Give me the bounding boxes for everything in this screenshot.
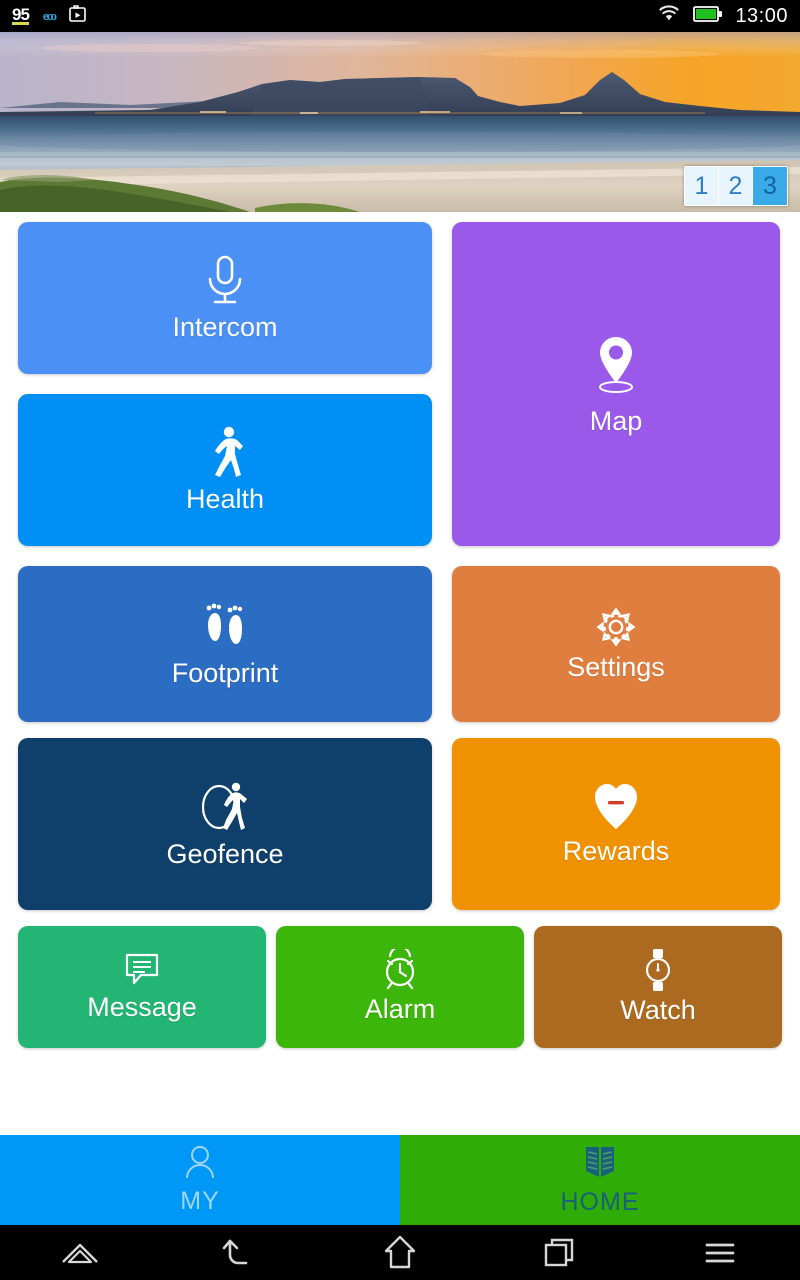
page-indicator-1[interactable]: 1 <box>685 167 719 205</box>
banner-pagination[interactable]: 1 2 3 <box>684 166 788 206</box>
status-bar-left-icons: 95 eco <box>12 4 86 28</box>
map-pin-icon <box>586 331 646 403</box>
running-person-icon <box>202 425 248 481</box>
tile-footprint[interactable]: Footprint <box>18 566 432 722</box>
status-bar-clock: 13:00 <box>735 4 788 27</box>
tile-row-1: Intercom Health Map <box>18 222 782 546</box>
tile-label-geofence: Geofence <box>166 839 284 870</box>
microphone-icon <box>200 253 250 309</box>
tile-intercom[interactable]: Intercom <box>18 222 432 374</box>
page-indicator-2[interactable]: 2 <box>719 167 753 205</box>
tile-health[interactable]: Health <box>18 394 432 546</box>
tile-label-rewards: Rewards <box>562 836 670 867</box>
eco-mode-icon: eco <box>42 8 57 23</box>
tile-row-3: Geofence Rewards <box>18 738 782 910</box>
person-icon <box>183 1144 217 1185</box>
bottom-nav-label-my: MY <box>180 1187 220 1215</box>
media-screenshot-icon <box>69 4 86 28</box>
banner-image <box>0 32 800 212</box>
bottom-nav-my[interactable]: MY <box>0 1135 400 1225</box>
menu-icon[interactable] <box>665 1225 775 1280</box>
tile-label-map: Map <box>589 406 643 437</box>
tile-column-left: Intercom Health <box>18 222 432 546</box>
roof-up-icon[interactable] <box>25 1225 135 1280</box>
wifi-icon <box>657 4 681 28</box>
tile-label-settings: Settings <box>567 652 665 683</box>
footprints-icon <box>199 599 251 655</box>
tile-label-message: Message <box>87 992 197 1023</box>
bottom-navigation: MY HOME <box>0 1135 800 1225</box>
tile-row-2: Footprint Settings <box>18 566 782 722</box>
book-home-icon <box>582 1143 618 1186</box>
tile-message[interactable]: Message <box>18 926 266 1048</box>
android-navigation-bar <box>0 1225 800 1280</box>
tile-settings[interactable]: Settings <box>452 566 780 722</box>
banner-carousel[interactable]: 1 2 3 <box>0 32 800 212</box>
bottom-nav-label-home: HOME <box>560 1188 640 1216</box>
battery-percent-95-icon: 95 <box>12 5 30 25</box>
home-icon[interactable] <box>345 1225 455 1280</box>
back-arrow-icon[interactable] <box>185 1225 295 1280</box>
tile-geofence[interactable]: Geofence <box>18 738 432 910</box>
bottom-nav-home[interactable]: HOME <box>400 1135 800 1225</box>
tile-label-watch: Watch <box>620 995 696 1026</box>
speech-bubble-icon <box>123 951 161 989</box>
gear-icon <box>594 605 638 649</box>
tile-label-health: Health <box>185 484 265 515</box>
alarm-clock-icon <box>380 949 420 991</box>
tile-map[interactable]: Map <box>452 222 780 546</box>
status-bar-right-icons: 13:00 <box>657 4 788 28</box>
battery-full-icon <box>693 5 723 28</box>
tile-watch[interactable]: Watch <box>534 926 782 1048</box>
recents-icon[interactable] <box>505 1225 615 1280</box>
page-indicator-3[interactable]: 3 <box>753 167 787 205</box>
tile-label-intercom: Intercom <box>172 312 278 343</box>
wristwatch-icon <box>643 948 673 992</box>
tile-alarm[interactable]: Alarm <box>276 926 524 1048</box>
status-bar: 95 eco 13:00 <box>0 0 800 32</box>
tile-label-alarm: Alarm <box>364 994 436 1025</box>
tile-rewards[interactable]: Rewards <box>452 738 780 910</box>
heart-minus-icon <box>591 781 641 833</box>
geofence-person-circle-icon <box>194 778 256 836</box>
app-tile-grid: Intercom Health Map Footprint Settings G… <box>0 212 800 1048</box>
tile-label-footprint: Footprint <box>171 658 279 689</box>
tile-row-4: Message Alarm Watch <box>18 926 782 1048</box>
